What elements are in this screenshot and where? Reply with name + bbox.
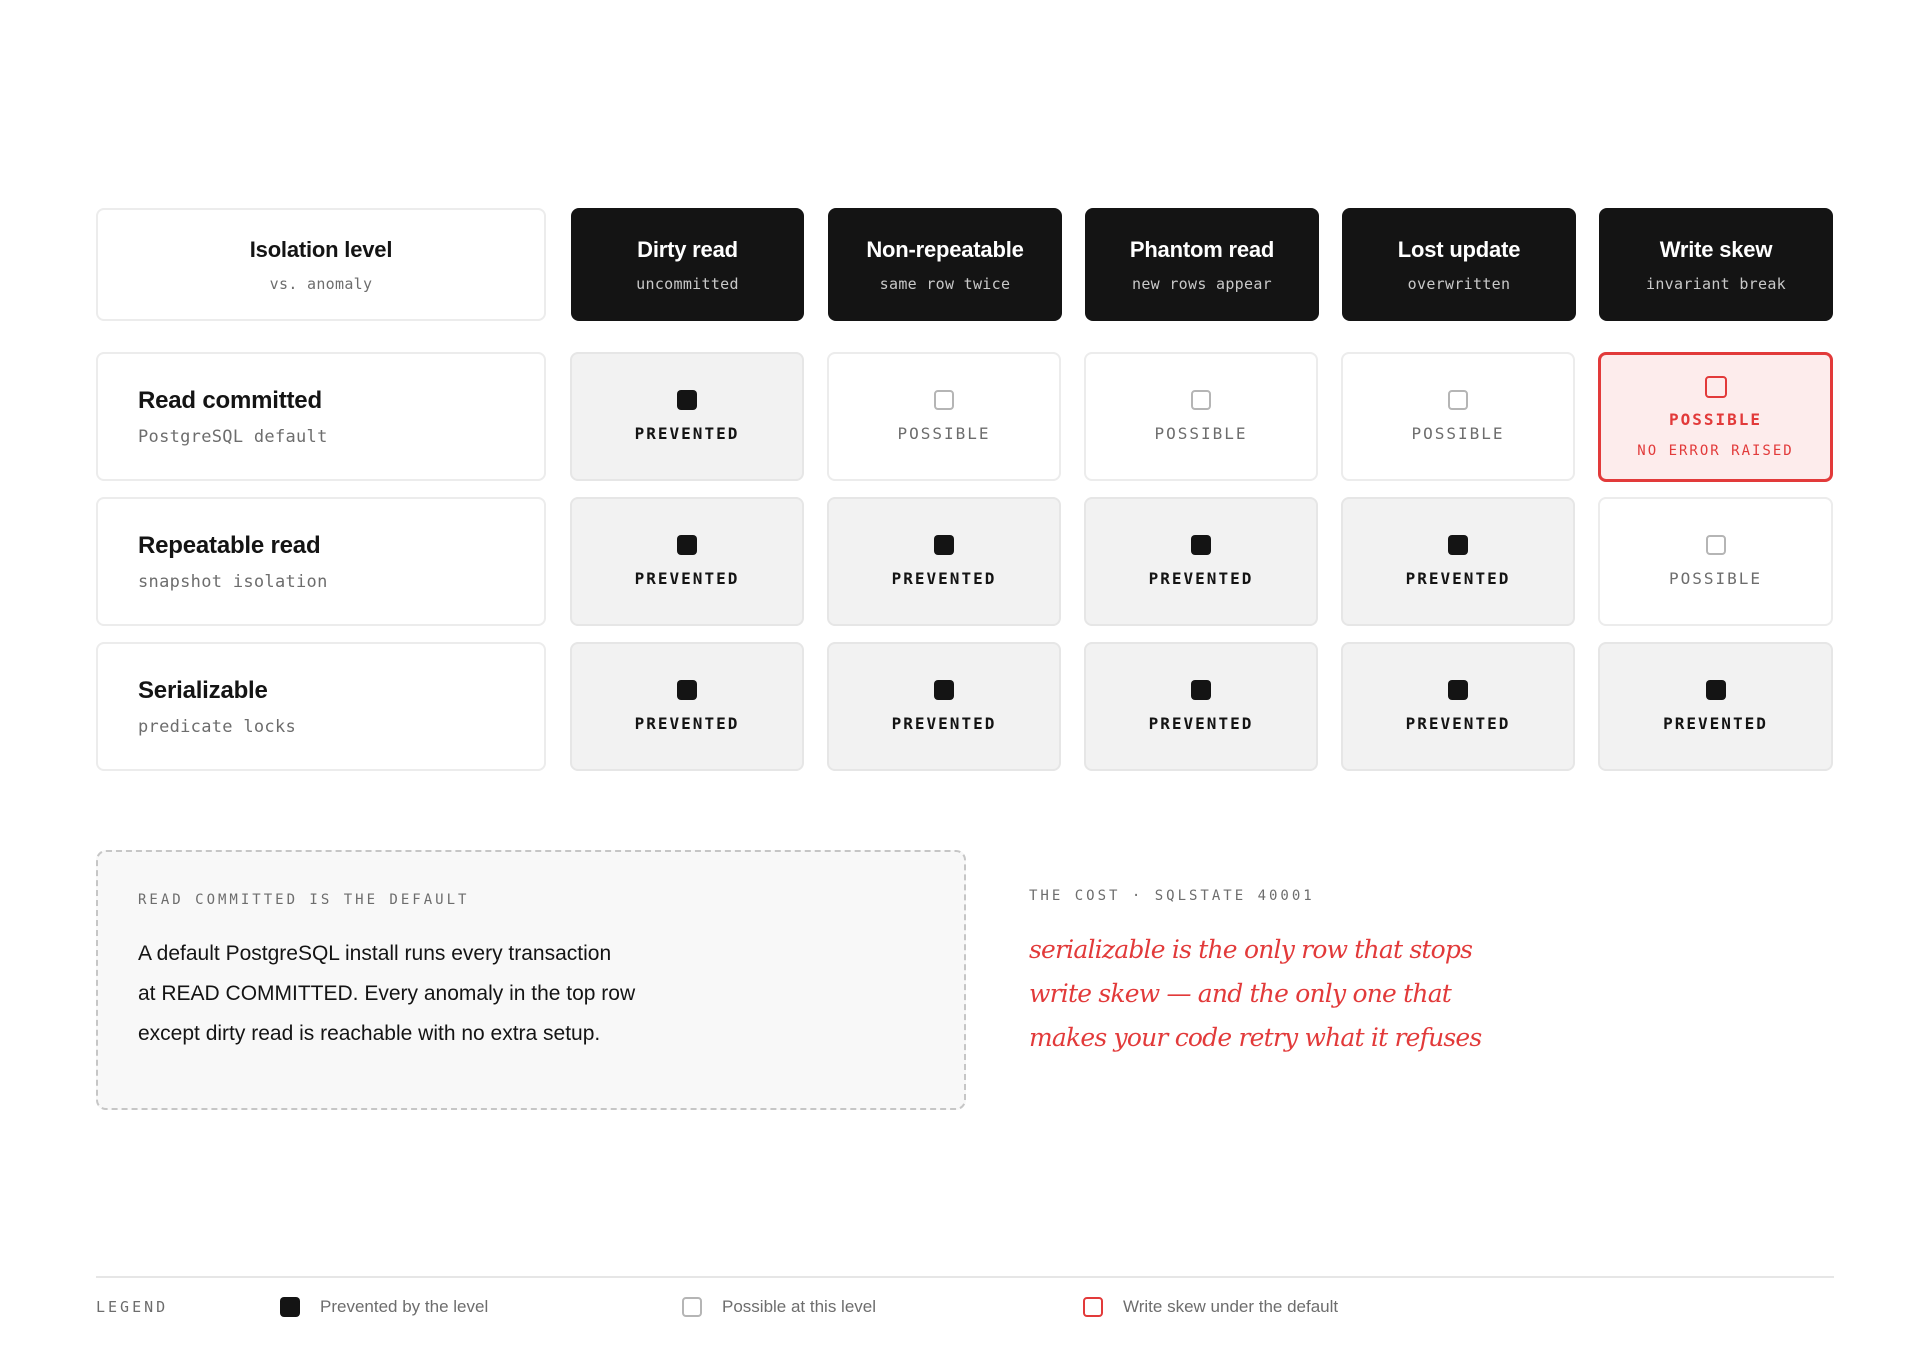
cell-read-committed-lost-update: POSSIBLE [1341,352,1575,481]
cost-eyebrow: THE COST · SQLSTATE 40001 [1029,888,1315,904]
column-header-write-skew: Write skew invariant break [1599,208,1833,321]
default-note-box: READ COMMITTED IS THE DEFAULT A default … [96,850,966,1110]
status-label: PREVENTED [891,569,997,588]
status-label: PREVENTED [891,714,997,733]
cell-serializable-dirty-read: PREVENTED [570,642,804,771]
row-subtitle: snapshot isolation [138,571,328,592]
cell-repeatable-read-write-skew: POSSIBLE [1598,497,1833,626]
status-note: NO ERROR RAISED [1637,442,1794,459]
filled-square-icon [1191,535,1211,555]
filled-square-icon [280,1297,300,1317]
row-header-serializable: Serializable predicate locks [96,642,546,771]
status-label: POSSIBLE [1668,409,1763,429]
status-label: PREVENTED [1663,714,1768,733]
row-header-read-committed: Read committed PostgreSQL default [96,352,546,481]
row-title: Serializable [138,676,268,704]
column-subtitle: overwritten [1407,274,1511,293]
cell-read-committed-dirty-read: PREVENTED [570,352,804,481]
status-label: POSSIBLE [1154,424,1248,443]
legend-item-prevented: Prevented by the level [280,1292,488,1322]
empty-square-icon [1191,390,1211,410]
status-label: PREVENTED [634,569,740,588]
cell-repeatable-read-phantom-read: PREVENTED [1084,497,1318,626]
column-subtitle: same row twice [879,274,1011,293]
column-title: Phantom read [1129,236,1275,262]
note-line: A default PostgreSQL install runs every … [138,942,612,965]
cell-read-committed-phantom-read: POSSIBLE [1084,352,1318,481]
status-label: PREVENTED [1405,714,1511,733]
filled-square-icon [934,680,954,700]
filled-square-icon [1191,680,1211,700]
cell-repeatable-read-lost-update: PREVENTED [1341,497,1575,626]
status-label: PREVENTED [1148,569,1254,588]
column-subtitle: uncommitted [636,274,739,293]
status-label: PREVENTED [634,424,740,443]
filled-square-icon [677,390,697,410]
legend-item-possible: Possible at this level [682,1292,876,1322]
row-header-repeatable-read: Repeatable read snapshot isolation [96,497,546,626]
empty-square-icon [682,1297,702,1317]
cell-repeatable-read-dirty-read: PREVENTED [570,497,804,626]
column-subtitle: new rows appear [1132,274,1272,293]
column-header-phantom-read: Phantom read new rows appear [1085,208,1319,321]
status-label: PREVENTED [1405,569,1511,588]
note-line: except dirty read is reachable with no e… [138,1022,601,1045]
note-line: at READ COMMITTED. Every anomaly in the … [138,982,636,1005]
cell-serializable-non-repeatable: PREVENTED [827,642,1061,771]
cell-serializable-write-skew: PREVENTED [1598,642,1833,771]
status-label: PREVENTED [1148,714,1254,733]
cost-callout: THE COST · SQLSTATE 40001 serializable i… [1029,888,1589,1060]
corner-subtitle: vs. anomaly [269,274,373,293]
filled-square-icon [1448,535,1468,555]
empty-square-icon [1448,390,1468,410]
column-subtitle: invariant break [1646,274,1786,293]
row-subtitle: PostgreSQL default [138,426,328,447]
column-title: Write skew [1659,236,1773,262]
legend-label: Prevented by the level [320,1297,489,1316]
status-label: POSSIBLE [1668,569,1763,588]
filled-square-icon [677,680,697,700]
cell-read-committed-non-repeatable: POSSIBLE [827,352,1061,481]
note-body: A default PostgreSQL install runs every … [138,934,924,1054]
legend-label: Write skew under the default [1123,1297,1339,1316]
row-title: Repeatable read [138,531,321,559]
filled-square-icon [1705,680,1726,700]
red-square-icon [1704,375,1727,398]
column-header-lost-update: Lost update overwritten [1342,208,1576,321]
corner-title: Isolation level [249,236,393,262]
column-title: Lost update [1397,236,1521,262]
status-label: POSSIBLE [1411,424,1505,443]
cost-line: write skew — and the only one that [1029,979,1452,1008]
cost-line: makes your code retry what it refuses [1029,1023,1482,1052]
column-header-dirty-read: Dirty read uncommitted [571,208,804,321]
legend: LEGEND Prevented by the level Possible a… [96,1292,1834,1322]
empty-square-icon [1705,535,1726,555]
cell-serializable-phantom-read: PREVENTED [1084,642,1318,771]
empty-square-icon [934,390,954,410]
filled-square-icon [934,535,954,555]
cell-read-committed-write-skew: POSSIBLE NO ERROR RAISED [1598,352,1833,482]
row-subtitle: predicate locks [138,716,297,737]
red-square-icon [1083,1297,1103,1317]
cell-serializable-lost-update: PREVENTED [1341,642,1575,771]
column-title: Non-repeatable [866,236,1024,262]
corner-header: Isolation level vs. anomaly [96,208,546,321]
status-label: PREVENTED [634,714,740,733]
column-header-non-repeatable: Non-repeatable same row twice [828,208,1062,321]
column-title: Dirty read [637,236,738,262]
cost-quote: serializable is the only row that stops … [1029,928,1589,1060]
status-label: POSSIBLE [897,424,991,443]
cell-repeatable-read-non-repeatable: PREVENTED [827,497,1061,626]
row-title: Read committed [138,386,322,414]
legend-label: Possible at this level [722,1297,877,1316]
filled-square-icon [1448,680,1468,700]
note-eyebrow: READ COMMITTED IS THE DEFAULT [138,892,470,908]
filled-square-icon [677,535,697,555]
legend-item-write-skew-default: Write skew under the default [1083,1292,1338,1322]
legend-divider [96,1276,1834,1278]
cost-line: serializable is the only row that stops [1029,935,1473,964]
legend-title: LEGEND [96,1298,169,1316]
